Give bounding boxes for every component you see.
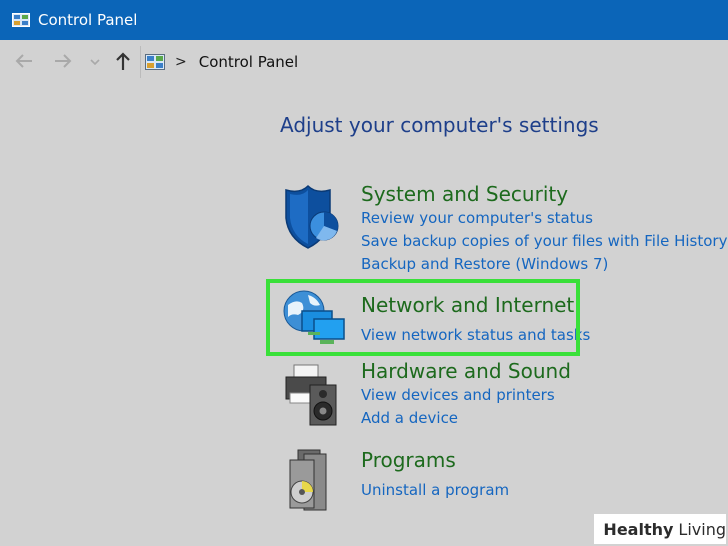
link-review-status[interactable]: Review your computer's status	[361, 209, 593, 227]
shield-icon[interactable]	[280, 184, 348, 252]
category-title[interactable]: Programs	[361, 448, 456, 472]
watermark-word: Healthy	[603, 519, 674, 539]
control-panel-icon	[12, 13, 30, 27]
link-devices-printers[interactable]: View devices and printers	[361, 386, 555, 404]
category-programs: Programs Uninstall a program	[280, 448, 720, 511]
category-title[interactable]: Hardware and Sound	[361, 359, 571, 383]
highlight-frame	[266, 279, 580, 356]
programs-disc-icon[interactable]	[280, 448, 348, 516]
watermark-badge: Healthy Living	[594, 514, 726, 544]
category-hardware-and-sound: Hardware and Sound View devices and prin…	[280, 359, 720, 431]
category-title[interactable]: System and Security	[361, 182, 568, 206]
title-bar: Control Panel	[0, 0, 728, 40]
page-title: Adjust your computer's settings	[280, 113, 599, 137]
forward-arrow-icon[interactable]	[52, 50, 74, 72]
window-title: Control Panel	[38, 11, 138, 29]
up-arrow-icon[interactable]	[112, 50, 134, 72]
link-add-device[interactable]: Add a device	[361, 409, 458, 427]
breadcrumb-separator: >	[175, 54, 187, 70]
link-backup-restore[interactable]: Backup and Restore (Windows 7)	[361, 255, 608, 273]
watermark-word: Living	[678, 519, 726, 539]
printer-speaker-icon[interactable]	[280, 363, 348, 431]
chevron-down-icon[interactable]	[88, 50, 102, 72]
control-panel-icon	[145, 54, 165, 70]
breadcrumb-control-panel[interactable]: Control Panel	[199, 53, 298, 71]
address-bar[interactable]: > Control Panel	[140, 46, 728, 78]
link-file-history[interactable]: Save backup copies of your files with Fi…	[361, 232, 727, 250]
link-uninstall-program[interactable]: Uninstall a program	[361, 481, 509, 499]
category-system-and-security: System and Security Review your computer…	[280, 182, 727, 274]
navigation-bar: > Control Panel	[0, 40, 728, 84]
back-arrow-icon[interactable]	[13, 50, 35, 72]
